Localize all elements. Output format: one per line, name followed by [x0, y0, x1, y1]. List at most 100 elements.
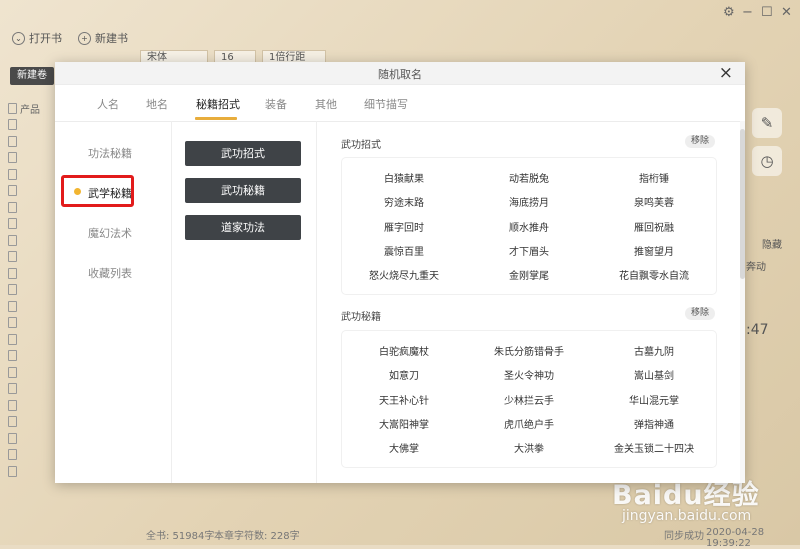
clock-icon[interactable]: ◷: [752, 146, 782, 176]
book-icon: [8, 102, 17, 114]
document-icon: [8, 168, 17, 180]
hide-link[interactable]: 隐藏: [762, 236, 782, 251]
result-item[interactable]: 泉鸣芙蓉: [592, 194, 716, 209]
tab-martial-skills[interactable]: 秘籍招式: [196, 96, 240, 112]
result-item[interactable]: 才下眉头: [467, 243, 591, 258]
remove-section-button[interactable]: 移除: [685, 135, 715, 148]
result-item[interactable]: 怒火烧尽九重天: [342, 267, 466, 282]
tab-equipment[interactable]: 装备: [265, 96, 287, 112]
result-item[interactable]: 少林拦云手: [467, 392, 591, 407]
close-icon[interactable]: ×: [719, 63, 733, 83]
result-item[interactable]: 虎爪绝户手: [467, 416, 591, 431]
tab-other[interactable]: 其他: [315, 96, 337, 112]
document-icon: [8, 432, 17, 444]
generate-taoist-arts-button[interactable]: 道家功法: [185, 215, 301, 240]
category-magic-spells[interactable]: 魔幻法术: [88, 225, 132, 241]
book-tree-root[interactable]: 产品: [8, 100, 56, 117]
minimize-icon[interactable]: −: [742, 5, 753, 20]
sync-status: 同步成功: [664, 531, 704, 542]
document-icon: [8, 234, 17, 246]
document-icon: [8, 399, 17, 411]
result-item[interactable]: 嵩山基剑: [592, 367, 716, 382]
plus-icon: +: [78, 31, 91, 45]
chapter-item[interactable]: [8, 117, 56, 134]
new-book-button[interactable]: + 新建书: [78, 30, 128, 46]
result-item[interactable]: 白驼疯魔杖: [342, 343, 466, 358]
settings-icon[interactable]: ⚙: [723, 5, 735, 20]
right-toolbar: ✎ ◷: [752, 108, 788, 184]
result-item[interactable]: 白猿献果: [342, 170, 466, 185]
result-item[interactable]: 弹指神通: [592, 416, 716, 431]
chapter-item[interactable]: [8, 364, 56, 381]
chapter-item[interactable]: [8, 232, 56, 249]
chapter-char-count: 本章字符数: 228字: [214, 531, 300, 542]
result-item[interactable]: 推窗望月: [592, 243, 716, 258]
result-item[interactable]: 大嵩阳神掌: [342, 416, 466, 431]
open-book-button[interactable]: ⌄ 打开书: [12, 30, 62, 46]
result-item[interactable]: 指桁锤: [592, 170, 716, 185]
open-book-label: 打开书: [29, 32, 62, 45]
result-item[interactable]: 朱氏分筋错骨手: [467, 343, 591, 358]
document-icon: [8, 366, 17, 378]
category-cultivation-manuals[interactable]: 功法秘籍: [88, 145, 132, 161]
side-time-fragment: :47: [746, 322, 769, 338]
result-item[interactable]: 金刚掌尾: [467, 267, 591, 282]
tab-place-names[interactable]: 地名: [146, 96, 168, 112]
result-item[interactable]: 金关玉锁二十四决: [592, 440, 716, 455]
chapter-item[interactable]: [8, 249, 56, 266]
chapter-item[interactable]: [8, 397, 56, 414]
document-icon: [8, 300, 17, 312]
result-item[interactable]: 如意刀: [342, 367, 466, 382]
chapter-item[interactable]: [8, 381, 56, 398]
document-icon: [8, 333, 17, 345]
remove-section-button[interactable]: 移除: [685, 307, 715, 320]
document-icon: [8, 416, 17, 428]
chapter-item[interactable]: [8, 414, 56, 431]
new-volume-button[interactable]: 新建卷: [10, 67, 54, 85]
maximize-icon[interactable]: ☐: [761, 5, 773, 20]
chapter-item[interactable]: [8, 282, 56, 299]
chapter-item[interactable]: [8, 447, 56, 464]
generate-martial-moves-button[interactable]: 武功招式: [185, 141, 301, 166]
chapter-item[interactable]: [8, 348, 56, 365]
tab-bar: 人名 地名 秘籍招式 装备 其他 细节描写: [55, 85, 745, 122]
total-word-count: 全书: 51984字: [146, 531, 215, 542]
pencil-icon[interactable]: ✎: [752, 108, 782, 138]
chapter-item[interactable]: [8, 463, 56, 480]
chapter-item[interactable]: [8, 216, 56, 233]
result-item[interactable]: 大洪拳: [467, 440, 591, 455]
result-item[interactable]: 震惊百里: [342, 243, 466, 258]
chapter-item[interactable]: [8, 315, 56, 332]
chapter-item[interactable]: [8, 183, 56, 200]
chapter-item[interactable]: [8, 199, 56, 216]
chapter-item[interactable]: [8, 133, 56, 150]
chapter-item[interactable]: [8, 166, 56, 183]
window-close-icon[interactable]: ✕: [781, 5, 792, 20]
tab-detail-description[interactable]: 细节描写: [364, 96, 408, 112]
main-toolbar: ⌄ 打开书 + 新建书: [0, 27, 800, 49]
result-item[interactable]: 花自飘零水自流: [592, 267, 716, 282]
document-icon: [8, 119, 17, 131]
result-item[interactable]: 顺水推舟: [467, 219, 591, 234]
tab-person-names[interactable]: 人名: [97, 96, 119, 112]
chapter-item[interactable]: [8, 298, 56, 315]
result-item[interactable]: 天王补心针: [342, 392, 466, 407]
chapter-item[interactable]: [8, 150, 56, 167]
result-item[interactable]: 雁字回时: [342, 219, 466, 234]
chapter-item[interactable]: [8, 331, 56, 348]
result-item[interactable]: 雁回祝融: [592, 219, 716, 234]
result-item[interactable]: 古墓九阴: [592, 343, 716, 358]
result-item[interactable]: 圣火令神功: [467, 367, 591, 382]
result-item[interactable]: 穷途末路: [342, 194, 466, 209]
side-text-fragment: 奔动: [746, 262, 766, 273]
chapter-item[interactable]: [8, 265, 56, 282]
result-item[interactable]: 大佛掌: [342, 440, 466, 455]
result-item[interactable]: 动若脱兔: [467, 170, 591, 185]
scrollbar-thumb[interactable]: [740, 129, 745, 279]
generate-martial-manuals-button[interactable]: 武功秘籍: [185, 178, 301, 203]
category-favorites[interactable]: 收藏列表: [88, 265, 132, 281]
result-item[interactable]: 海底捞月: [467, 194, 591, 209]
active-tab-indicator: [195, 117, 237, 120]
chapter-item[interactable]: [8, 430, 56, 447]
result-item[interactable]: 华山混元掌: [592, 392, 716, 407]
